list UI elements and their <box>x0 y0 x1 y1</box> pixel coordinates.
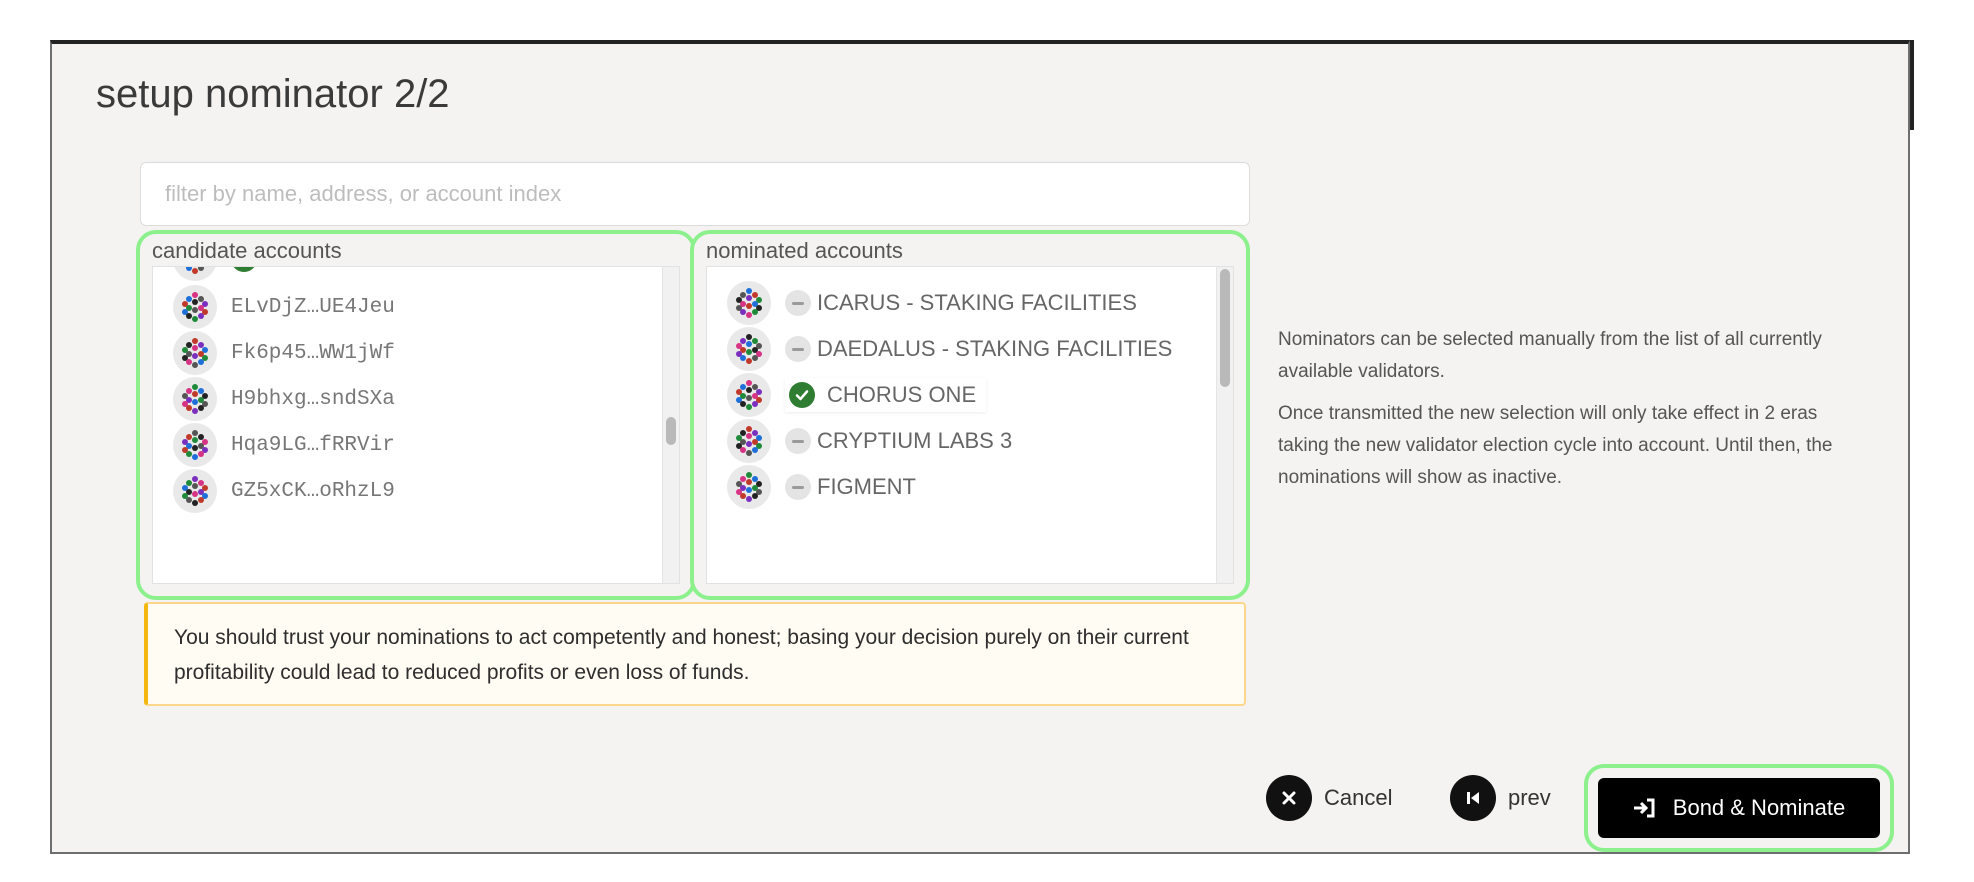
prev-button[interactable]: prev <box>1444 774 1557 822</box>
bond-nominate-label: Bond & Nominate <box>1672 795 1846 820</box>
candidate-accounts-label: candidate accounts <box>152 238 342 263</box>
active-validator-chip: CHORUS ONE <box>785 378 987 412</box>
validator-name: CRYPTIUM LABS 3 <box>817 428 1013 453</box>
minus-icon <box>785 336 811 362</box>
account-name: H9bhxg…sndSXa <box>231 387 395 411</box>
candidate-row[interactable]: GZ5xCK…oRhzL9 <box>173 465 655 517</box>
nominated-row[interactable]: CHORUS ONE <box>727 369 1209 421</box>
cancel-button[interactable]: Cancel <box>1260 774 1398 822</box>
sign-in-icon <box>1633 798 1655 818</box>
candidate-scrollbar[interactable] <box>662 267 679 583</box>
info-paragraph: Nominators can be selected manually from… <box>1278 329 1822 382</box>
cancel-label: Cancel <box>1324 785 1393 810</box>
info-text: Nominators can be selected manually from… <box>1278 324 1868 504</box>
identicon-icon <box>173 377 217 421</box>
candidate-accounts-panel: candidate accounts ELvDjZ…UE4Jeu Fk6p45…… <box>136 230 696 600</box>
account-name: Hqa9LG…fRRVir <box>231 433 395 457</box>
nominated-accounts-label: nominated accounts <box>706 238 903 263</box>
warning-message: You should trust your nominations to act… <box>144 602 1246 706</box>
identicon-icon <box>173 285 217 329</box>
nominated-scrollbar[interactable] <box>1216 267 1233 583</box>
candidate-row[interactable]: Fk6p45…WW1jWf <box>173 327 655 379</box>
nominated-row[interactable]: CRYPTIUM LABS 3 <box>727 415 1209 467</box>
filter-input[interactable] <box>140 162 1250 226</box>
minus-icon <box>785 428 811 454</box>
candidate-row[interactable]: Hqa9LG…fRRVir <box>173 419 655 471</box>
check-icon <box>231 267 257 272</box>
account-name: ELvDjZ…UE4Jeu <box>231 295 395 319</box>
validator-name: FIGMENT <box>817 474 916 499</box>
candidate-scroll-thumb[interactable] <box>666 417 676 445</box>
identicon-icon <box>173 423 217 467</box>
validator-name: DAEDALUS - STAKING FACILITIES <box>817 336 1173 361</box>
identicon-icon <box>727 281 771 325</box>
nominated-scroll-thumb[interactable] <box>1220 269 1230 387</box>
minus-icon <box>785 290 811 316</box>
nominated-accounts-list[interactable]: ICARUS - STAKING FACILITIES DAEDALUS - S… <box>706 266 1234 584</box>
identicon-icon <box>727 465 771 509</box>
info-paragraph: Once transmitted the new selection will … <box>1278 403 1833 488</box>
step-back-icon <box>1450 775 1496 821</box>
candidate-row[interactable]: H9bhxg…sndSXa <box>173 373 655 425</box>
nominated-accounts-panel: nominated accounts ICARUS - STAKING FACI… <box>690 230 1250 600</box>
modal-title: setup nominator 2/2 <box>96 72 450 116</box>
validator-name: CHORUS ONE <box>827 382 977 407</box>
candidate-accounts-list[interactable]: ELvDjZ…UE4Jeu Fk6p45…WW1jWf H9bhxg…sndSX… <box>152 266 680 584</box>
validator-name: ICARUS - STAKING FACILITIES <box>817 290 1137 315</box>
bond-nominate-button[interactable]: Bond & Nominate <box>1598 778 1880 838</box>
identicon-icon <box>173 267 217 281</box>
bond-nominate-highlight: Bond & Nominate <box>1584 764 1894 852</box>
identicon-icon <box>727 327 771 371</box>
close-icon <box>1266 775 1312 821</box>
nominated-row[interactable]: DAEDALUS - STAKING FACILITIES <box>727 323 1209 375</box>
identicon-icon <box>727 419 771 463</box>
identicon-icon <box>173 469 217 513</box>
account-name: Fk6p45…WW1jWf <box>231 341 395 365</box>
identicon-icon <box>727 373 771 417</box>
check-icon <box>789 382 815 408</box>
prev-label: prev <box>1508 785 1551 810</box>
candidate-row[interactable]: ELvDjZ…UE4Jeu <box>173 281 655 333</box>
setup-nominator-modal: setup nominator 2/2 candidate accounts E… <box>50 40 1910 854</box>
nominated-row[interactable]: FIGMENT <box>727 461 1209 513</box>
nominated-row[interactable]: ICARUS - STAKING FACILITIES <box>727 277 1209 329</box>
minus-icon <box>785 474 811 500</box>
account-name: GZ5xCK…oRhzL9 <box>231 479 395 503</box>
identicon-icon <box>173 331 217 375</box>
